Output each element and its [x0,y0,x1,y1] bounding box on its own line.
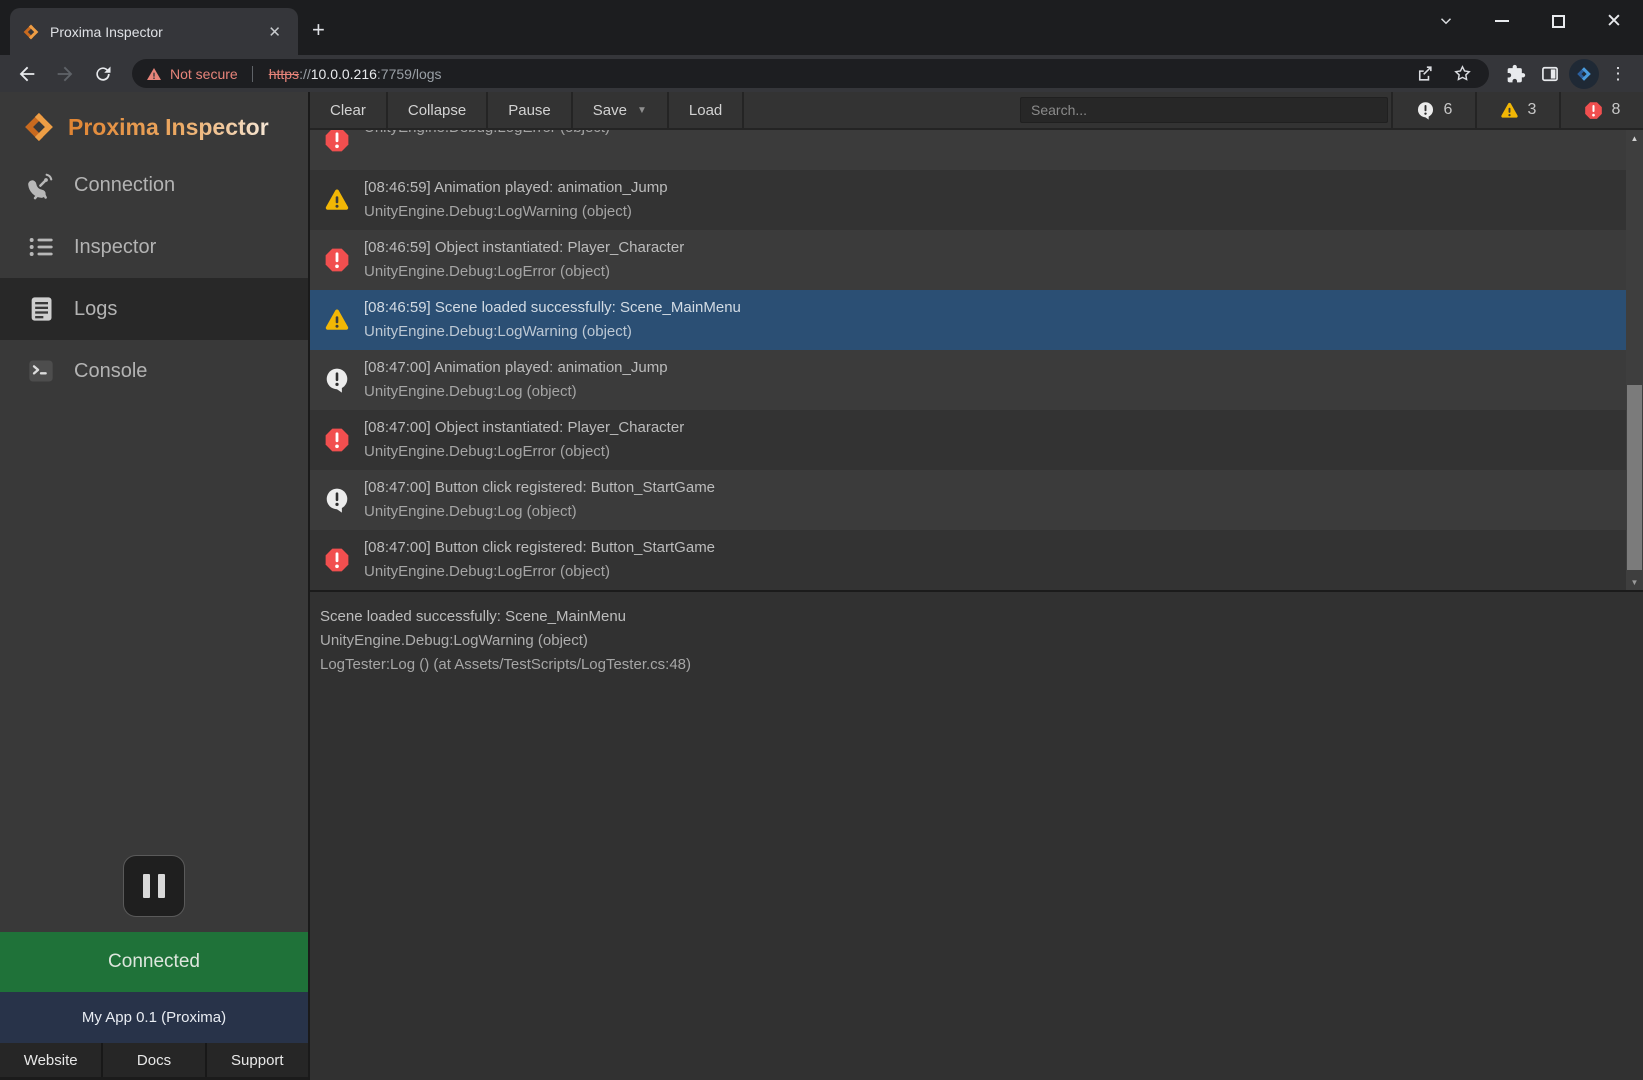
log-row[interactable]: [08:46:59] Object instantiated: Player_C… [310,230,1643,290]
pause-button[interactable]: Pause [488,92,573,128]
warning-icon [324,170,364,230]
list-icon [26,232,56,262]
info-bubble-icon [324,470,364,530]
clear-button[interactable]: Clear [310,92,388,128]
terminal-icon [26,356,56,386]
warning-count-icon [1500,101,1519,120]
docs-link[interactable]: Docs [101,1043,204,1077]
sidebar-item-label: Logs [74,298,117,321]
favicon-proxima-icon [22,23,40,41]
log-row[interactable]: [08:47:00] Button click registered: Butt… [310,470,1643,530]
logs-toolbar: Clear Collapse Pause Save ▼ Load 6 3 8 [310,92,1643,130]
sidebar-item-label: Connection [74,174,175,197]
log-row[interactable]: [08:47:00] Button click registered: Butt… [310,530,1643,590]
info-bubble-icon [324,350,364,410]
window-maximize-button[interactable] [1543,6,1573,36]
error-icon [324,410,364,470]
load-button[interactable]: Load [669,92,744,128]
save-dropdown-caret-icon[interactable]: ▼ [637,105,647,116]
scrollbar-down-arrow[interactable]: ▼ [1626,574,1643,590]
sidebar-item-label: Inspector [74,236,156,259]
sidebar-item-connection[interactable]: Connection [0,154,308,216]
tab-close-icon[interactable]: ✕ [263,21,286,43]
sidebar: Proxima Inspector Connection [0,92,310,1080]
sidebar-item-logs[interactable]: Logs [0,278,308,340]
log-row[interactable]: [08:47:00] Animation played: animation_J… [310,350,1643,410]
browser-tabstrip: Proxima Inspector ✕ + ✕ [0,0,1643,55]
logs-panel: Clear Collapse Pause Save ▼ Load 6 3 8 [310,92,1643,1080]
back-button[interactable] [10,59,44,89]
share-icon[interactable] [1409,59,1439,89]
tab-title: Proxima Inspector [50,24,253,40]
warning-count-toggle[interactable]: 3 [1475,92,1559,128]
error-icon [324,230,364,290]
log-row[interactable]: [08:46:59] Animation played: animation_J… [310,170,1643,230]
error-count-toggle[interactable]: 8 [1559,92,1643,128]
error-count-icon [1584,101,1603,120]
detail-source-line: LogTester:Log () (at Assets/TestScripts/… [320,653,1629,677]
reload-button[interactable] [86,59,120,89]
collapse-button[interactable]: Collapse [388,92,488,128]
error-icon [324,530,364,590]
detail-stack-line: UnityEngine.Debug:LogWarning (object) [320,629,1629,653]
pause-stream-button[interactable] [123,855,185,917]
connection-status-badge: Connected [0,932,308,992]
log-detail-panel: Scene loaded successfully: Scene_MainMen… [310,592,1643,1080]
connected-app-label: My App 0.1 (Proxima) [0,992,308,1043]
proxima-extension-icon[interactable] [1569,59,1599,89]
log-row[interactable]: UnityEngine.Debug:LogError (object) [310,130,1643,170]
website-link[interactable]: Website [0,1043,101,1077]
log-list-scrollbar[interactable]: ▲ ▼ [1626,130,1643,590]
tab-search-chevron-icon[interactable] [1431,6,1461,36]
log-count-icon [1416,101,1435,120]
sidebar-item-label: Console [74,360,147,383]
browser-menu-kebab-icon[interactable]: ⋮ [1603,59,1633,89]
sidebar-item-inspector[interactable]: Inspector [0,216,308,278]
app-logo: Proxima Inspector [0,92,308,154]
pause-icon [143,874,150,898]
log-list: UnityEngine.Debug:LogError (object) [08:… [310,130,1643,590]
not-secure-label: Not secure [170,66,238,82]
log-row[interactable]: [08:47:00] Object instantiated: Player_C… [310,410,1643,470]
forward-button[interactable] [48,59,82,89]
error-icon [324,130,364,170]
detail-message: Scene loaded successfully: Scene_MainMen… [320,605,1629,629]
bookmark-star-icon[interactable] [1447,59,1477,89]
scrollbar-thumb[interactable] [1627,385,1642,570]
side-panel-icon[interactable] [1535,59,1565,89]
browser-tab[interactable]: Proxima Inspector ✕ [10,8,298,55]
sidebar-footer: Website Docs Support [0,1043,308,1077]
extensions-puzzle-icon[interactable] [1501,59,1531,89]
scrollbar-up-arrow[interactable]: ▲ [1626,130,1643,146]
support-link[interactable]: Support [205,1043,308,1077]
window-close-button[interactable]: ✕ [1599,6,1629,36]
browser-toolbar: Not secure https://10.0.0.216:7759/logs … [0,55,1643,92]
log-row-selected[interactable]: [08:46:59] Scene loaded successfully: Sc… [310,290,1643,350]
new-tab-button[interactable]: + [312,17,325,43]
document-icon [26,294,56,324]
address-bar[interactable]: Not secure https://10.0.0.216:7759/logs [132,59,1489,88]
log-count-toggle[interactable]: 6 [1391,92,1475,128]
satellite-dish-icon [26,170,56,200]
app-title: Proxima Inspector [68,114,269,141]
not-secure-warning-icon [146,66,162,82]
omnibox-divider [252,66,253,82]
url-text: https://10.0.0.216:7759/logs [269,66,442,82]
search-input[interactable] [1020,97,1388,123]
warning-icon [324,290,364,350]
save-button[interactable]: Save ▼ [573,92,669,128]
sidebar-item-console[interactable]: Console [0,340,308,402]
window-minimize-button[interactable] [1487,6,1517,36]
proxima-logo-icon [22,110,56,144]
